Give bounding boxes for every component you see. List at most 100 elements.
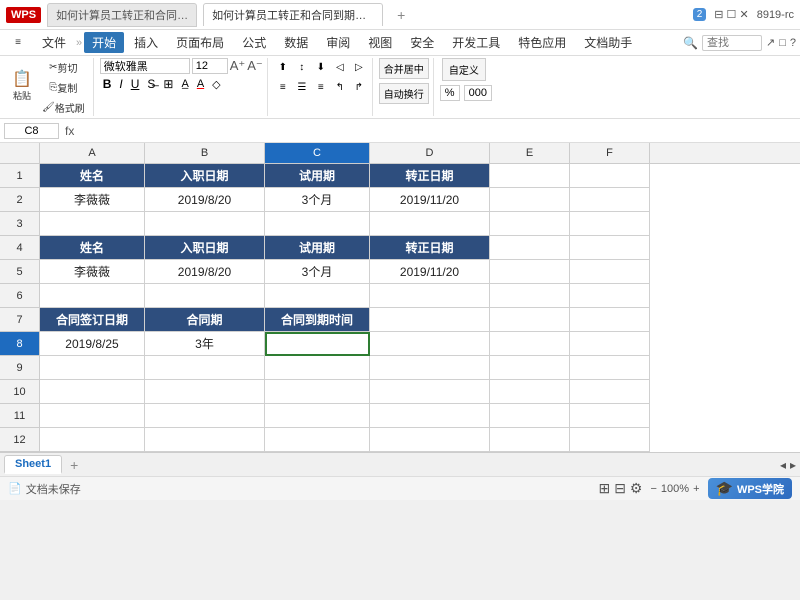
cut-button[interactable]: ✂ 剪切 — [38, 58, 89, 77]
clear-button[interactable]: ◇ — [209, 77, 223, 92]
font-size-input[interactable] — [192, 58, 228, 74]
cell-e8[interactable] — [490, 332, 570, 356]
align-top-button[interactable]: ⬆ — [274, 58, 292, 76]
tab-view[interactable]: 视图 — [360, 32, 400, 53]
cell-b3[interactable] — [145, 212, 265, 236]
cell-f2[interactable] — [570, 188, 650, 212]
tab-special[interactable]: 特色应用 — [510, 32, 574, 53]
cell-a3[interactable] — [40, 212, 145, 236]
cell-a11[interactable] — [40, 404, 145, 428]
tab-security[interactable]: 安全 — [402, 32, 442, 53]
cell-b5[interactable]: 2019/8/20 — [145, 260, 265, 284]
cell-c5[interactable]: 3个月 — [265, 260, 370, 284]
col-header-f[interactable]: F — [570, 143, 650, 163]
cell-e4[interactable] — [490, 236, 570, 260]
cell-b8[interactable]: 3年 — [145, 332, 265, 356]
underline-button[interactable]: U — [128, 76, 143, 92]
search-input[interactable] — [702, 35, 762, 51]
col-header-c[interactable]: C — [265, 143, 370, 163]
list-view-icon[interactable]: ⊟ — [614, 480, 626, 497]
help-icon[interactable]: ? — [790, 37, 796, 49]
row-header-12[interactable]: 12 — [0, 428, 39, 452]
indent-increase-button[interactable]: ▷ — [350, 58, 368, 76]
cell-c6[interactable] — [265, 284, 370, 308]
tab-start[interactable]: 开始 — [84, 32, 124, 53]
cell-f7[interactable] — [570, 308, 650, 332]
cell-d12[interactable] — [370, 428, 490, 452]
font-color-button[interactable]: A — [194, 77, 207, 91]
align-center-button[interactable]: ☰ — [293, 78, 311, 96]
row-header-6[interactable]: 6 — [0, 284, 39, 308]
cell-a6[interactable] — [40, 284, 145, 308]
row-header-10[interactable]: 10 — [0, 380, 39, 404]
tab-devtools[interactable]: 开发工具 — [444, 32, 508, 53]
cell-e3[interactable] — [490, 212, 570, 236]
cell-e11[interactable] — [490, 404, 570, 428]
thousands-button[interactable]: 000 — [464, 85, 492, 101]
cell-c10[interactable] — [265, 380, 370, 404]
align-left-button[interactable]: ≡ — [274, 78, 292, 96]
format-painter-button[interactable]: 🖌 格式刷 — [38, 98, 89, 117]
align-middle-button[interactable]: ↕ — [293, 58, 311, 76]
cell-a2[interactable]: 李薇薇 — [40, 188, 145, 212]
row-header-7[interactable]: 7 — [0, 308, 39, 332]
menu-icon[interactable]: ≡ — [4, 35, 32, 50]
row-header-2[interactable]: 2 — [0, 188, 39, 212]
row-header-11[interactable]: 11 — [0, 404, 39, 428]
zoom-out-button[interactable]: − — [650, 483, 656, 495]
sheet-tab-1[interactable]: Sheet1 — [4, 455, 62, 474]
font-name-input[interactable] — [100, 58, 190, 74]
cell-c8[interactable] — [265, 332, 370, 356]
col-header-e[interactable]: E — [490, 143, 570, 163]
cell-d4[interactable]: 转正日期 — [370, 236, 490, 260]
tab-data[interactable]: 数据 — [276, 32, 316, 53]
cell-d5[interactable]: 2019/11/20 — [370, 260, 490, 284]
copy-button[interactable]: ⎘ 复制 — [38, 78, 89, 97]
sheet-scroll-right[interactable]: ▸ — [790, 458, 796, 472]
paste-button[interactable]: 📋 粘贴 — [8, 70, 36, 104]
row-header-3[interactable]: 3 — [0, 212, 39, 236]
row-header-1[interactable]: 1 — [0, 164, 39, 188]
strikethrough-button[interactable]: S̶ — [144, 76, 158, 92]
cell-b1[interactable]: 入职日期 — [145, 164, 265, 188]
cell-reference-input[interactable] — [4, 123, 59, 139]
cell-a12[interactable] — [40, 428, 145, 452]
cell-a10[interactable] — [40, 380, 145, 404]
cell-d9[interactable] — [370, 356, 490, 380]
percent-button[interactable]: % — [440, 85, 460, 101]
cell-e7[interactable] — [490, 308, 570, 332]
col-header-a[interactable]: A — [40, 143, 145, 163]
formula-input[interactable] — [80, 124, 796, 138]
custom-format-button[interactable]: 自定义 — [442, 58, 486, 81]
tab-formula[interactable]: 公式 — [234, 32, 274, 53]
zoom-in-button[interactable]: + — [693, 483, 699, 495]
cell-c12[interactable] — [265, 428, 370, 452]
add-sheet-button[interactable]: + — [64, 455, 84, 475]
cell-f4[interactable] — [570, 236, 650, 260]
cell-c2[interactable]: 3个月 — [265, 188, 370, 212]
indent-decrease-button[interactable]: ◁ — [331, 58, 349, 76]
cell-a5[interactable]: 李薇薇 — [40, 260, 145, 284]
cell-d7[interactable] — [370, 308, 490, 332]
row-header-9[interactable]: 9 — [0, 356, 39, 380]
expand-icon[interactable]: ↗ — [766, 36, 775, 49]
cell-f12[interactable] — [570, 428, 650, 452]
cell-e5[interactable] — [490, 260, 570, 284]
cell-f6[interactable] — [570, 284, 650, 308]
cell-f8[interactable] — [570, 332, 650, 356]
align-right-button[interactable]: ≡ — [312, 78, 330, 96]
row-header-4[interactable]: 4 — [0, 236, 39, 260]
cell-a8[interactable]: 2019/8/25 — [40, 332, 145, 356]
italic-button[interactable]: I — [116, 76, 125, 92]
cell-c11[interactable] — [265, 404, 370, 428]
add-tab-button[interactable]: + — [389, 4, 413, 26]
tab-review[interactable]: 审阅 — [318, 32, 358, 53]
cell-c7[interactable]: 合同到期时间 — [265, 308, 370, 332]
auto-wrap-button[interactable]: 自动换行 — [379, 83, 429, 104]
settings-icon[interactable]: ⚙ — [630, 480, 643, 497]
align-bottom-button[interactable]: ⬇ — [312, 58, 330, 76]
cell-b2[interactable]: 2019/8/20 — [145, 188, 265, 212]
bold-button[interactable]: B — [100, 76, 115, 92]
function-icon[interactable]: fx — [63, 124, 76, 138]
fill-color-button[interactable]: A̲ — [178, 77, 191, 91]
